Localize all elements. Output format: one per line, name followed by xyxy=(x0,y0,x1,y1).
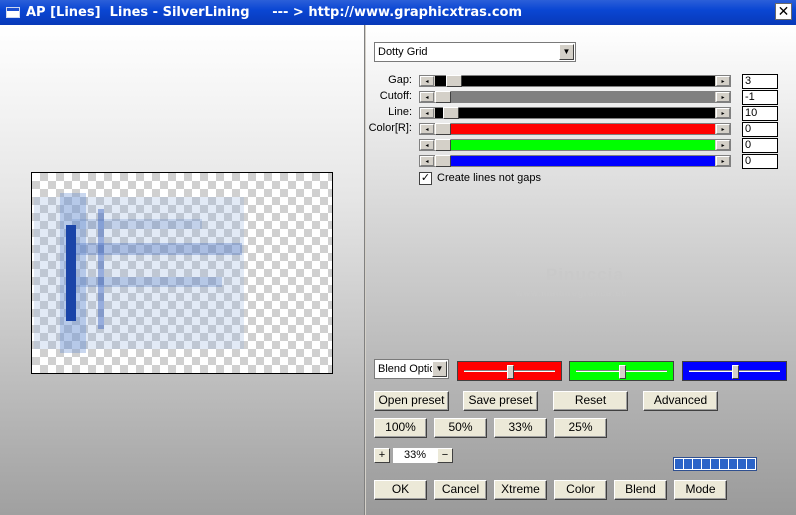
slider-left-arrow-icon[interactable]: ◂ xyxy=(420,124,434,134)
progress-block xyxy=(684,459,692,469)
progress-block xyxy=(720,459,728,469)
parameter-slider[interactable]: ◂ ▸ xyxy=(419,123,731,135)
title-bar: AP [Lines] Lines - SilverLining --- > ht… xyxy=(0,0,796,25)
preset-dropdown-value: Dotty Grid xyxy=(378,46,428,58)
blend-blue-slider[interactable] xyxy=(682,361,787,381)
slider-label: Gap: xyxy=(388,74,412,86)
blend-button[interactable]: Blend xyxy=(614,480,667,500)
progress-block xyxy=(675,459,683,469)
slider-fill xyxy=(435,140,715,150)
parameter-slider[interactable]: ◂ ▸ xyxy=(419,107,731,119)
window-title: AP [Lines] Lines - SilverLining --- > ht… xyxy=(26,5,523,20)
save-preset-button[interactable]: Save preset xyxy=(463,391,538,411)
progress-block xyxy=(702,459,710,469)
slider-fill xyxy=(435,92,715,102)
blend-options-value: Blend Optio xyxy=(378,363,432,375)
slider-right-arrow-icon[interactable]: ▸ xyxy=(716,108,730,118)
slider-value-field[interactable]: 10 xyxy=(742,106,778,121)
slider-thumb[interactable] xyxy=(435,139,451,151)
ok-button[interactable]: OK xyxy=(374,480,427,500)
slider-label: Color[R]: xyxy=(368,122,412,134)
create-lines-label: Create lines not gaps xyxy=(437,172,541,184)
zoom-out-button[interactable]: − xyxy=(437,448,453,463)
blend-options-dropdown[interactable]: Blend Optio ▼ xyxy=(374,359,449,379)
slider-left-arrow-icon[interactable]: ◂ xyxy=(420,76,434,86)
watermark-name: Pinuccia xyxy=(546,265,624,284)
slider-left-arrow-icon[interactable]: ◂ xyxy=(420,156,434,166)
slider-right-arrow-icon[interactable]: ▸ xyxy=(716,140,730,150)
zoom-field[interactable]: 33% xyxy=(393,448,437,463)
slider-thumb[interactable] xyxy=(435,123,451,135)
slider-thumb[interactable] xyxy=(619,365,626,379)
slider-label: Cutoff: xyxy=(379,90,412,102)
progress-block xyxy=(747,459,755,469)
progress-block xyxy=(693,459,701,469)
window-icon[interactable] xyxy=(6,7,20,18)
slider-thumb[interactable] xyxy=(732,365,739,379)
slider-value-field[interactable]: 0 xyxy=(742,138,778,153)
slider-label: Line: xyxy=(388,106,412,118)
color-button[interactable]: Color xyxy=(554,480,607,500)
zoom-in-button[interactable]: + xyxy=(374,448,390,463)
preset-dropdown[interactable]: Dotty Grid ▼ xyxy=(374,42,576,62)
progress-block xyxy=(738,459,746,469)
slider-left-arrow-icon[interactable]: ◂ xyxy=(420,108,434,118)
parameter-slider[interactable]: ◂ ▸ xyxy=(419,139,731,151)
slider-thumb[interactable] xyxy=(435,155,451,167)
progress-block xyxy=(711,459,719,469)
create-lines-checkbox[interactable]: ✓ xyxy=(419,172,432,185)
zoom-25-button[interactable]: 25% xyxy=(554,418,607,438)
slider-thumb[interactable] xyxy=(446,75,462,87)
zoom-50-button[interactable]: 50% xyxy=(434,418,487,438)
slider-left-arrow-icon[interactable]: ◂ xyxy=(420,92,434,102)
progress-block xyxy=(729,459,737,469)
slider-thumb[interactable] xyxy=(443,107,459,119)
cancel-button[interactable]: Cancel xyxy=(434,480,487,500)
progress-bar xyxy=(673,457,757,471)
slider-right-arrow-icon[interactable]: ▸ xyxy=(716,156,730,166)
slider-fill xyxy=(435,108,715,118)
open-preset-button[interactable]: Open preset xyxy=(374,391,449,411)
chevron-down-icon[interactable]: ▼ xyxy=(559,44,574,60)
watermark-url: www.maidiregrafica.eu xyxy=(516,288,628,298)
slider-thumb[interactable] xyxy=(435,91,451,103)
chevron-down-icon[interactable]: ▼ xyxy=(432,361,447,377)
preview-canvas[interactable] xyxy=(31,172,333,374)
slider-right-arrow-icon[interactable]: ▸ xyxy=(716,124,730,134)
mode-button[interactable]: Mode xyxy=(674,480,727,500)
blend-green-slider[interactable] xyxy=(569,361,674,381)
slider-fill xyxy=(435,76,715,86)
xtreme-button[interactable]: Xtreme xyxy=(494,480,547,500)
controls-pane: Dotty Grid ▼ Gap: ◂ ▸ 3 Cutoff: ◂ ▸ -1 Line: ◂ ▸ 10… xyxy=(366,25,796,515)
preview-horizontal-bar xyxy=(72,277,222,287)
slider-thumb[interactable] xyxy=(507,365,514,379)
slider-fill xyxy=(435,124,715,134)
parameter-slider[interactable]: ◂ ▸ xyxy=(419,91,731,103)
parameter-slider[interactable]: ◂ ▸ xyxy=(419,75,731,87)
preview-vertical-line xyxy=(66,225,76,321)
slider-fill xyxy=(435,156,715,166)
close-button[interactable]: ✕ xyxy=(775,3,792,20)
preview-horizontal-bar xyxy=(72,219,202,229)
blend-red-slider[interactable] xyxy=(457,361,562,381)
reset-button[interactable]: Reset xyxy=(553,391,628,411)
slider-right-arrow-icon[interactable]: ▸ xyxy=(716,92,730,102)
slider-value-field[interactable]: 3 xyxy=(742,74,778,89)
parameter-slider[interactable]: ◂ ▸ xyxy=(419,155,731,167)
preview-pane xyxy=(0,25,365,515)
advanced-button[interactable]: Advanced xyxy=(643,391,718,411)
slider-value-field[interactable]: 0 xyxy=(742,154,778,169)
zoom-100-button[interactable]: 100% xyxy=(374,418,427,438)
slider-right-arrow-icon[interactable]: ▸ xyxy=(716,76,730,86)
slider-value-field[interactable]: 0 xyxy=(742,122,778,137)
slider-left-arrow-icon[interactable]: ◂ xyxy=(420,140,434,150)
preview-vertical-line xyxy=(98,209,104,329)
slider-value-field[interactable]: -1 xyxy=(742,90,778,105)
zoom-33-button[interactable]: 33% xyxy=(494,418,547,438)
